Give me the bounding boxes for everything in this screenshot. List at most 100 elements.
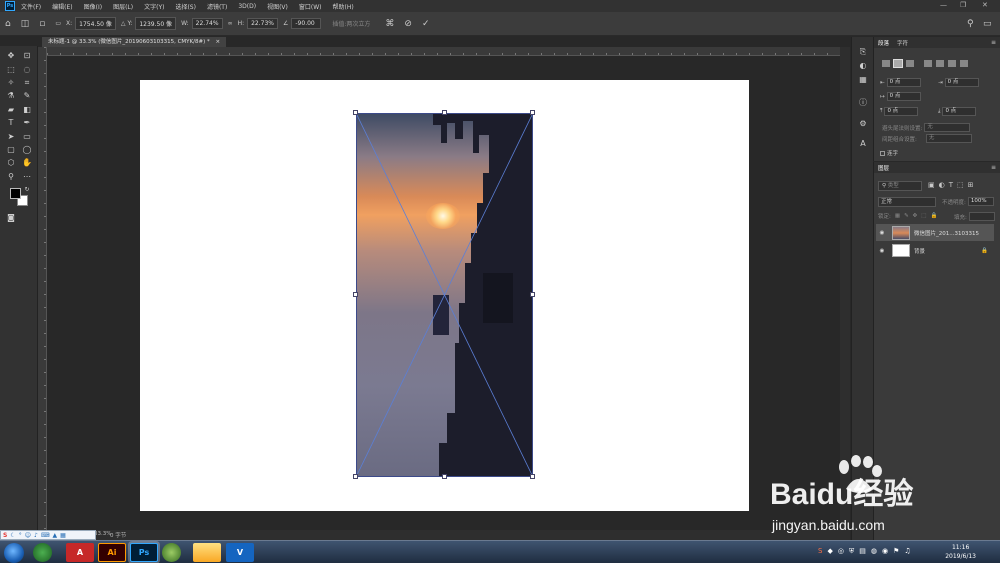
sunset-city-photo[interactable] [356, 113, 533, 477]
ime-punct-icon[interactable]: ° [19, 532, 22, 539]
hyphen-checkbox[interactable] [880, 150, 885, 156]
justify-last-center-icon[interactable] [936, 60, 944, 67]
filter-pixel-icon[interactable]: ▣ [928, 181, 935, 189]
magic-wand-tool-icon[interactable]: ✧ [4, 77, 18, 89]
transform-handle-bc[interactable] [442, 474, 447, 479]
zoom-level[interactable]: 33.3% [94, 531, 111, 537]
system-clock[interactable]: 11:16 2019/6/13 [945, 543, 976, 561]
ime-skin-icon[interactable]: ▲ [53, 532, 58, 539]
mask-tool-icon[interactable]: ▢ [4, 144, 18, 156]
input-method-bar[interactable]: S ☾ ° ☺ ♪ ⌨ ▲ ▦ [0, 530, 96, 540]
info-icon[interactable]: ⓘ [857, 97, 869, 109]
illustrator-icon[interactable]: Ai [98, 543, 126, 562]
eyedropper-tool-icon[interactable]: ⚗ [4, 90, 18, 102]
transform-handle-tc[interactable] [442, 110, 447, 115]
marquee-tool-icon[interactable]: ⬚ [4, 64, 18, 76]
character-icon[interactable]: A [857, 139, 869, 151]
tray-app1-icon[interactable]: ◆ [827, 547, 832, 556]
lock-paint-icon[interactable]: ✎ [904, 213, 909, 219]
close-icon[interactable]: ✕ [982, 1, 988, 9]
align-center-icon[interactable] [893, 59, 903, 68]
h-input[interactable]: 22.73% [247, 18, 278, 29]
transform-handle-ml[interactable] [353, 292, 358, 297]
indent-first-input[interactable]: 0 点 [886, 92, 921, 101]
menu-view[interactable]: 视图(V) [267, 2, 288, 11]
menu-select[interactable]: 选择(S) [175, 2, 196, 11]
align-left-icon[interactable] [882, 60, 890, 67]
lock-artboard-icon[interactable]: ⬚ [921, 213, 926, 219]
lock-pixels-icon[interactable]: ▦ [895, 213, 900, 219]
ime-moon-icon[interactable]: ☾ [10, 532, 15, 539]
menu-window[interactable]: 窗口(W) [299, 2, 322, 11]
visibility-eye-icon[interactable]: ◉ [876, 230, 888, 236]
path-select-tool-icon[interactable]: ➤ [4, 131, 18, 143]
ime-keyboard-icon[interactable]: ⌨ [41, 532, 50, 539]
transform-handle-mr[interactable] [530, 292, 535, 297]
history-icon[interactable]: ⎘ [857, 47, 869, 59]
space-before-input[interactable]: 0 点 [884, 107, 919, 116]
ime-logo-icon[interactable]: S [3, 532, 7, 539]
transform-handle-tr[interactable] [530, 110, 535, 115]
menu-image[interactable]: 图像(I) [84, 2, 102, 11]
crop-tool-icon[interactable]: ⌗ [20, 77, 34, 89]
file-explorer-icon[interactable] [193, 543, 221, 562]
lasso-tool-icon[interactable]: ◌ [20, 64, 34, 76]
cancel-transform-icon[interactable]: ⊘ [404, 19, 412, 29]
minimize-icon[interactable]: — [940, 1, 947, 9]
interp-label[interactable]: 插值:两次立方 [332, 19, 370, 28]
rectangle-tool-icon[interactable]: ▭ [20, 131, 34, 143]
gradient-tool-icon[interactable]: ◧ [20, 104, 34, 116]
vertical-scrollbar[interactable] [840, 47, 850, 530]
document-tab[interactable]: 未标题-1 @ 33.3% (微信图片_20190603103315, CMYK… [42, 37, 227, 47]
transform-handle-tl[interactable] [353, 110, 358, 115]
lock-move-icon[interactable]: ✥ [913, 213, 918, 219]
photoshop-taskbar-icon[interactable]: Ps [130, 543, 158, 562]
reference-point-icon[interactable]: ▫ [39, 19, 45, 29]
align-right-icon[interactable] [906, 60, 914, 67]
layer-row-background[interactable]: ◉ 背景 🔒 [876, 242, 994, 259]
ime-tools-icon[interactable]: ▦ [60, 532, 66, 539]
tab-layers[interactable]: 图层 [878, 164, 889, 172]
pdf-app-icon[interactable]: A [66, 543, 94, 562]
tray-app3-icon[interactable]: ◍ [871, 547, 877, 556]
commit-transform-icon[interactable]: ✓ [422, 19, 430, 29]
more-tools-icon[interactable]: ⋯ [20, 171, 34, 183]
menu-layer[interactable]: 图层(L) [113, 2, 133, 11]
start-button[interactable] [4, 543, 24, 563]
foreground-color-swatch[interactable] [10, 188, 21, 199]
swatches-icon[interactable]: ▦ [857, 75, 869, 87]
filter-smart-icon[interactable]: ⊞ [968, 181, 974, 189]
warp-icon[interactable]: ⌘ [385, 19, 394, 29]
lock-all-icon[interactable]: 🔒 [930, 213, 937, 219]
tray-app2-icon[interactable]: ◎ [838, 547, 844, 556]
layers-menu-icon[interactable]: ≡ [991, 164, 996, 171]
canvas-area[interactable] [47, 56, 840, 530]
browser-icon[interactable] [33, 543, 52, 562]
zoom-tool-icon[interactable]: ⚲ [4, 171, 18, 183]
indent-left-input[interactable]: 0 点 [886, 78, 921, 87]
search-icon[interactable]: ⚲ [967, 19, 974, 29]
filter-adjust-icon[interactable]: ◐ [939, 181, 945, 189]
home-icon[interactable]: ⌂ [5, 19, 11, 29]
app-v-icon[interactable]: V [226, 543, 254, 562]
quick-mask-icon[interactable]: ◙ [4, 212, 18, 224]
green-app-icon[interactable] [162, 543, 181, 562]
layer-name[interactable]: 背景 [914, 247, 925, 255]
restore-icon[interactable]: ❐ [960, 1, 966, 9]
filter-type-icon[interactable]: T [949, 181, 953, 189]
blend-mode-select[interactable]: 正常 [878, 197, 936, 207]
swap-colors-icon[interactable]: ↻ [20, 184, 34, 196]
space-after-input[interactable]: 0 点 [942, 107, 977, 116]
tray-shield-icon[interactable]: ⛨ [849, 547, 854, 556]
color-icon[interactable]: ◐ [857, 61, 869, 73]
tray-ime-icon[interactable]: S [818, 547, 822, 556]
y-input[interactable]: 1239.50 像 [135, 17, 177, 30]
spacing-select[interactable]: 无 [925, 134, 972, 143]
eraser-tool-icon[interactable]: ▰ [4, 104, 18, 116]
opacity-input[interactable]: 100% [967, 197, 994, 206]
tab-paragraph[interactable]: 段落 [878, 39, 889, 47]
menu-help[interactable]: 帮助(H) [333, 2, 354, 11]
transform-handle-bl[interactable] [353, 474, 358, 479]
3d-tool-icon[interactable]: ⬡ [4, 157, 18, 169]
tab-character[interactable]: 字符 [897, 39, 908, 47]
